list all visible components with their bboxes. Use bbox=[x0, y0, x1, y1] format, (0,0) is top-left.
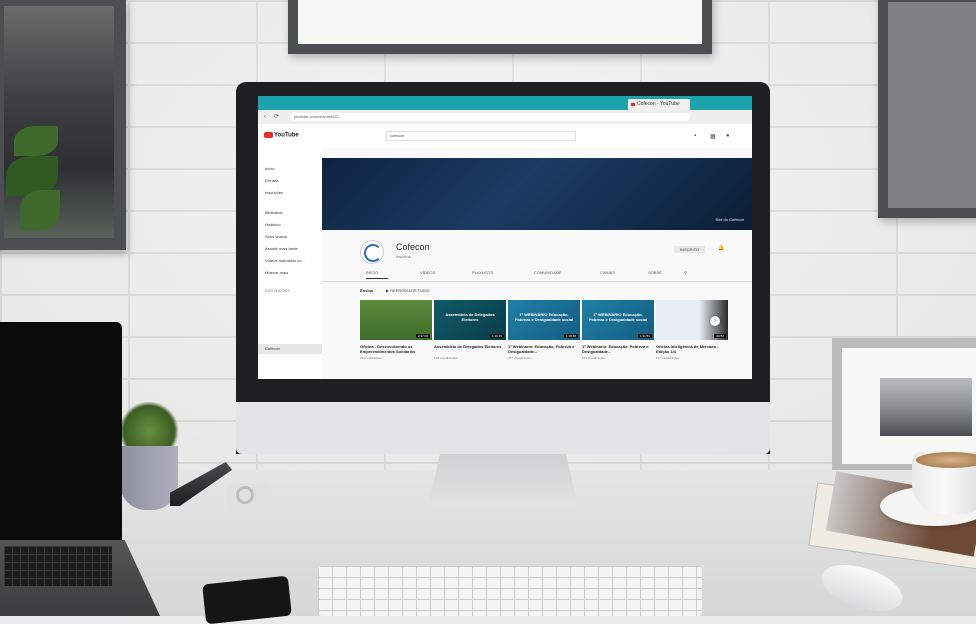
next-arrow-icon[interactable]: › bbox=[710, 316, 720, 326]
sidebar-item-inicio[interactable]: Início bbox=[265, 166, 275, 171]
browser-tab-bar: Cofecon - YouTube bbox=[258, 96, 752, 110]
channel-banner: Site do Cofecon bbox=[322, 158, 752, 230]
channel-subscribers: inscritos bbox=[396, 254, 411, 259]
sidebar-item-mostrar-mais[interactable]: Mostrar mais bbox=[265, 270, 288, 275]
laptop-keyboard bbox=[4, 546, 112, 586]
video-duration: 1:31:51 bbox=[637, 334, 652, 338]
thumbnail-text: 1ª WEBINÁRIO Educação, Pobreza e Desigua… bbox=[588, 312, 648, 322]
tab-divider bbox=[322, 281, 752, 282]
video-duration: 1:16:15 bbox=[489, 334, 504, 338]
video-thumbnail[interactable]: 1ª WEBINÁRIO Educação, Pobreza e Desigua… bbox=[582, 300, 654, 340]
youtube-header: YouTube cofecon ▪ ▦ ● bbox=[258, 124, 752, 148]
shelf-title: Envios bbox=[360, 288, 374, 293]
city-photo bbox=[880, 378, 972, 436]
search-input[interactable]: cofecon bbox=[386, 131, 576, 141]
video-title[interactable]: Oficina Inteligência de Mercado - Edição… bbox=[656, 344, 728, 354]
reload-icon[interactable]: ⟳ bbox=[274, 113, 279, 121]
video-duration: 1:38:48 bbox=[563, 334, 578, 338]
thumbnail-text: Assembleia de Delegados Eleitores bbox=[445, 312, 495, 322]
youtube-logo-text: YouTube bbox=[274, 132, 299, 139]
channel-search-icon[interactable]: ⚲ bbox=[684, 270, 687, 275]
top-picture-frame bbox=[288, 0, 712, 54]
video-duration: 20:52 bbox=[714, 334, 726, 338]
url-field[interactable]: youtube.com/channel/UC... bbox=[290, 113, 690, 121]
plant-leaf bbox=[20, 190, 60, 230]
sidebar-item-videos-marcados[interactable]: Vídeos marcados co... bbox=[265, 258, 305, 263]
keyboard bbox=[318, 566, 702, 616]
youtube-logo[interactable]: YouTube bbox=[264, 132, 299, 139]
youtube-favicon-icon bbox=[631, 103, 635, 106]
banner-link[interactable]: Site do Cofecon bbox=[716, 217, 744, 222]
tab-sobre[interactable]: SOBRE bbox=[648, 270, 662, 275]
notification-bell-icon[interactable]: 🔔 bbox=[718, 245, 724, 251]
channel-page: Cofecon inscritos INSCRITO 🔔 INÍCIO VÍDE… bbox=[322, 230, 752, 379]
video-meta: 47 visualizações bbox=[360, 356, 383, 360]
plant-pot bbox=[120, 446, 178, 510]
left-picture-frame bbox=[0, 0, 126, 250]
video-thumbnail[interactable]: 2:17:06 bbox=[360, 300, 432, 340]
youtube-sidebar: Início Em alta Inscrições Biblioteca His… bbox=[258, 148, 322, 379]
subscribe-button[interactable]: INSCRITO bbox=[674, 246, 706, 253]
bell-icon[interactable]: ● bbox=[726, 133, 730, 139]
monitor-screen: Cofecon - YouTube ‹ ⟳ youtube.com/channe… bbox=[258, 96, 752, 379]
video-meta: 216 visualizações bbox=[582, 356, 606, 360]
video-meta: 129 visualizações bbox=[434, 356, 458, 360]
tab-title: Cofecon - YouTube bbox=[637, 101, 680, 107]
sidebar-item-seus-videos[interactable]: Seus vídeos bbox=[265, 234, 287, 239]
tab-comunidade[interactable]: COMUNIDADE bbox=[534, 270, 561, 275]
video-thumbnail[interactable]: 1ª WEBINÁRIO Educação, Pobreza e Desigua… bbox=[508, 300, 580, 340]
active-tab-underline bbox=[366, 278, 388, 279]
tab-playlists[interactable]: PLAYLISTS bbox=[472, 270, 493, 275]
youtube-play-icon bbox=[264, 132, 273, 138]
play-all-button[interactable]: ▶ REPRODUZIR TUDO bbox=[386, 288, 429, 293]
channel-name: Cofecon bbox=[396, 242, 430, 252]
tab-canais[interactable]: CANAIS bbox=[600, 270, 615, 275]
video-title[interactable]: 1º Webinário: Educação, Pobreza e Desigu… bbox=[508, 344, 580, 354]
tab-videos[interactable]: VÍDEOS bbox=[420, 270, 435, 275]
smartphone bbox=[202, 575, 292, 624]
tab-inicio[interactable]: INÍCIO bbox=[366, 270, 378, 275]
video-thumbnail[interactable]: Assembleia de Delegados Eleitores 1:16:1… bbox=[434, 300, 506, 340]
plant-leaf bbox=[14, 126, 58, 156]
sidebar-item-inscricoes[interactable]: Inscrições bbox=[265, 190, 283, 195]
back-arrow-icon[interactable]: ‹ bbox=[264, 113, 266, 121]
succulent-plant bbox=[120, 400, 178, 452]
video-duration: 2:17:06 bbox=[415, 334, 430, 338]
video-camera-icon[interactable]: ▪ bbox=[694, 133, 696, 139]
address-bar-row: ‹ ⟳ youtube.com/channel/UC... bbox=[258, 110, 752, 124]
tape-dispenser bbox=[226, 484, 272, 512]
right-picture-frame bbox=[878, 0, 976, 218]
video-meta: 117 visualizações bbox=[656, 356, 680, 360]
sidebar-item-cofecon[interactable]: Cofecon bbox=[265, 346, 280, 351]
coffee-latte-art bbox=[916, 452, 976, 468]
laptop-screen bbox=[0, 322, 122, 548]
sidebar-item-biblioteca[interactable]: Biblioteca bbox=[265, 210, 282, 215]
monitor-stand bbox=[428, 454, 578, 506]
video-title[interactable]: Assembleia de Delegados Eleitores bbox=[434, 344, 506, 349]
video-title[interactable]: 1º Webinário: Educação, Pobreza e Desigu… bbox=[582, 344, 654, 354]
sidebar-section-inscricoes: INSCRIÇÕES bbox=[265, 288, 290, 293]
sidebar-item-assistir-mais-tarde[interactable]: Assistir mais tarde bbox=[265, 246, 298, 251]
apps-grid-icon[interactable]: ▦ bbox=[710, 133, 716, 140]
channel-avatar[interactable] bbox=[360, 240, 384, 264]
sidebar-item-historico[interactable]: Histórico bbox=[265, 222, 281, 227]
browser-tab[interactable]: Cofecon - YouTube bbox=[628, 99, 690, 110]
sidebar-item-em-alta[interactable]: Em alta bbox=[265, 178, 279, 183]
video-title[interactable]: Oficina - Desenvolvendo os Empreendiment… bbox=[360, 344, 432, 354]
video-meta: 227 visualizações bbox=[508, 356, 532, 360]
thumbnail-text: 1ª WEBINÁRIO Educação, Pobreza e Desigua… bbox=[514, 312, 574, 322]
monitor-chin bbox=[236, 402, 770, 454]
